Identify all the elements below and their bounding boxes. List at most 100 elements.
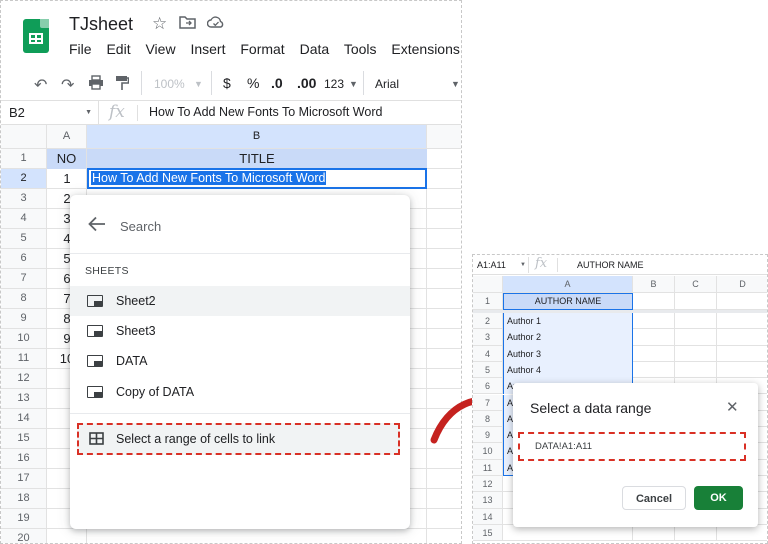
font-select[interactable]: Arial <box>375 77 399 91</box>
menu-insert[interactable]: Insert <box>190 41 225 57</box>
row-header[interactable]: 13 <box>1 389 47 409</box>
grid-cell[interactable] <box>427 149 461 169</box>
right-row-header[interactable]: 3 <box>473 329 503 346</box>
row-header[interactable]: 16 <box>1 449 47 469</box>
right-formula-input[interactable]: AUTHOR NAME <box>577 260 644 270</box>
right-grid-cell[interactable] <box>633 329 675 346</box>
row-header[interactable]: 14 <box>1 409 47 429</box>
name-box[interactable]: B2 ▼ <box>1 101 99 125</box>
row-header[interactable]: 17 <box>1 469 47 489</box>
right-column-header-d[interactable]: D <box>717 276 767 293</box>
star-icon[interactable]: ☆ <box>152 14 167 34</box>
menu-data[interactable]: Data <box>300 41 330 57</box>
cell-b1[interactable]: TITLE <box>87 149 427 169</box>
right-grid-cell[interactable] <box>717 293 767 310</box>
right-grid-cell[interactable] <box>675 313 717 330</box>
zoom-select[interactable]: 100% <box>154 77 185 91</box>
menu-extensions[interactable]: Extensions <box>391 41 459 57</box>
range-input-box[interactable]: DATA!A1:A11 <box>518 432 746 461</box>
active-cell-b2[interactable]: How To Add New Fonts To Microsoft Word <box>87 168 427 189</box>
undo-icon[interactable]: ↶ <box>34 75 47 95</box>
right-grid-cell[interactable] <box>675 329 717 346</box>
cell-a1[interactable]: NO <box>47 149 87 169</box>
sheet-option-data[interactable]: DATA <box>70 346 410 376</box>
right-grid-cell[interactable] <box>633 345 675 362</box>
right-row-header[interactable]: 7 <box>473 394 503 411</box>
document-title[interactable]: TJsheet <box>69 14 133 35</box>
grid-cell[interactable] <box>427 309 461 329</box>
right-row-header[interactable]: 5 <box>473 361 503 379</box>
grid-cell[interactable] <box>427 189 461 209</box>
grid-cell[interactable] <box>427 509 461 529</box>
grid-cell[interactable] <box>87 529 427 543</box>
row-header[interactable]: 9 <box>1 309 47 329</box>
right-row-header[interactable]: 12 <box>473 476 503 493</box>
right-row-header[interactable]: 10 <box>473 443 503 460</box>
row-header[interactable]: 19 <box>1 509 47 529</box>
right-grid-cell[interactable] <box>633 361 675 379</box>
row-header[interactable]: 5 <box>1 229 47 249</box>
grid-cell[interactable] <box>427 229 461 249</box>
row-header[interactable]: 18 <box>1 489 47 509</box>
formula-input[interactable]: How To Add New Fonts To Microsoft Word <box>149 105 382 119</box>
row-header[interactable]: 6 <box>1 249 47 269</box>
right-row-header[interactable]: 14 <box>473 508 503 525</box>
row-header[interactable]: 1 <box>1 149 47 169</box>
right-column-header-b[interactable]: B <box>633 276 675 293</box>
right-row-header[interactable]: 2 <box>473 313 503 330</box>
row-header[interactable]: 11 <box>1 349 47 369</box>
cloud-status-icon[interactable] <box>206 14 225 34</box>
grid-cell[interactable] <box>427 329 461 349</box>
cell-a-value[interactable]: 1 <box>47 169 87 189</box>
ok-button[interactable]: OK <box>694 486 743 510</box>
right-cell-a1[interactable]: AUTHOR NAME <box>503 293 633 310</box>
right-grid-cell[interactable] <box>633 293 675 310</box>
right-row-header[interactable]: 1 <box>473 293 503 310</box>
right-grid-cell[interactable] <box>675 361 717 379</box>
back-arrow-icon[interactable] <box>88 215 106 238</box>
increase-decimal-button[interactable]: .00 <box>297 75 316 91</box>
author-cell[interactable]: Author 4 <box>503 361 633 379</box>
move-folder-icon[interactable] <box>179 14 196 34</box>
redo-icon[interactable]: ↷ <box>61 75 74 95</box>
right-row-header[interactable]: 11 <box>473 459 503 476</box>
row-header[interactable]: 7 <box>1 269 47 289</box>
right-grid-cell[interactable] <box>675 345 717 362</box>
menu-edit[interactable]: Edit <box>106 41 130 57</box>
right-row-header[interactable]: 8 <box>473 410 503 428</box>
paint-format-icon[interactable] <box>115 75 130 94</box>
right-column-header-c[interactable]: C <box>675 276 717 293</box>
cancel-button[interactable]: Cancel <box>622 486 686 510</box>
right-grid-cell[interactable] <box>717 329 767 346</box>
row-header[interactable]: 8 <box>1 289 47 309</box>
column-header-a[interactable]: A <box>47 125 87 149</box>
sheet-option-copy-of-data[interactable]: Copy of DATA <box>70 377 410 407</box>
right-grid-cell[interactable] <box>503 524 633 542</box>
column-header-b[interactable]: B <box>87 125 427 149</box>
menu-format[interactable]: Format <box>240 41 284 57</box>
right-grid-cell[interactable] <box>633 524 675 542</box>
row-header[interactable]: 12 <box>1 369 47 389</box>
grid-cell[interactable] <box>427 169 461 189</box>
decrease-decimal-button[interactable]: .0 <box>271 75 283 91</box>
right-row-header[interactable]: 13 <box>473 492 503 509</box>
author-cell[interactable]: Author 2 <box>503 329 633 346</box>
row-header[interactable]: 3 <box>1 189 47 209</box>
author-cell[interactable]: Author 3 <box>503 345 633 362</box>
grid-cell[interactable] <box>427 469 461 489</box>
menu-view[interactable]: View <box>145 41 175 57</box>
right-grid-cell[interactable] <box>675 293 717 310</box>
grid-cell[interactable] <box>427 489 461 509</box>
grid-cell[interactable] <box>427 209 461 229</box>
menu-tools[interactable]: Tools <box>344 41 377 57</box>
sheets-logo-icon[interactable] <box>23 19 49 53</box>
right-grid-cell[interactable] <box>717 362 767 379</box>
print-icon[interactable] <box>88 75 104 93</box>
grid-cell[interactable] <box>427 289 461 309</box>
menu-file[interactable]: File <box>69 41 92 57</box>
search-input[interactable]: Search <box>120 219 161 234</box>
right-grid-cell[interactable] <box>717 346 767 362</box>
right-grid-cell[interactable] <box>717 313 767 330</box>
grid-cell[interactable] <box>427 529 461 543</box>
row-header[interactable]: 4 <box>1 209 47 229</box>
